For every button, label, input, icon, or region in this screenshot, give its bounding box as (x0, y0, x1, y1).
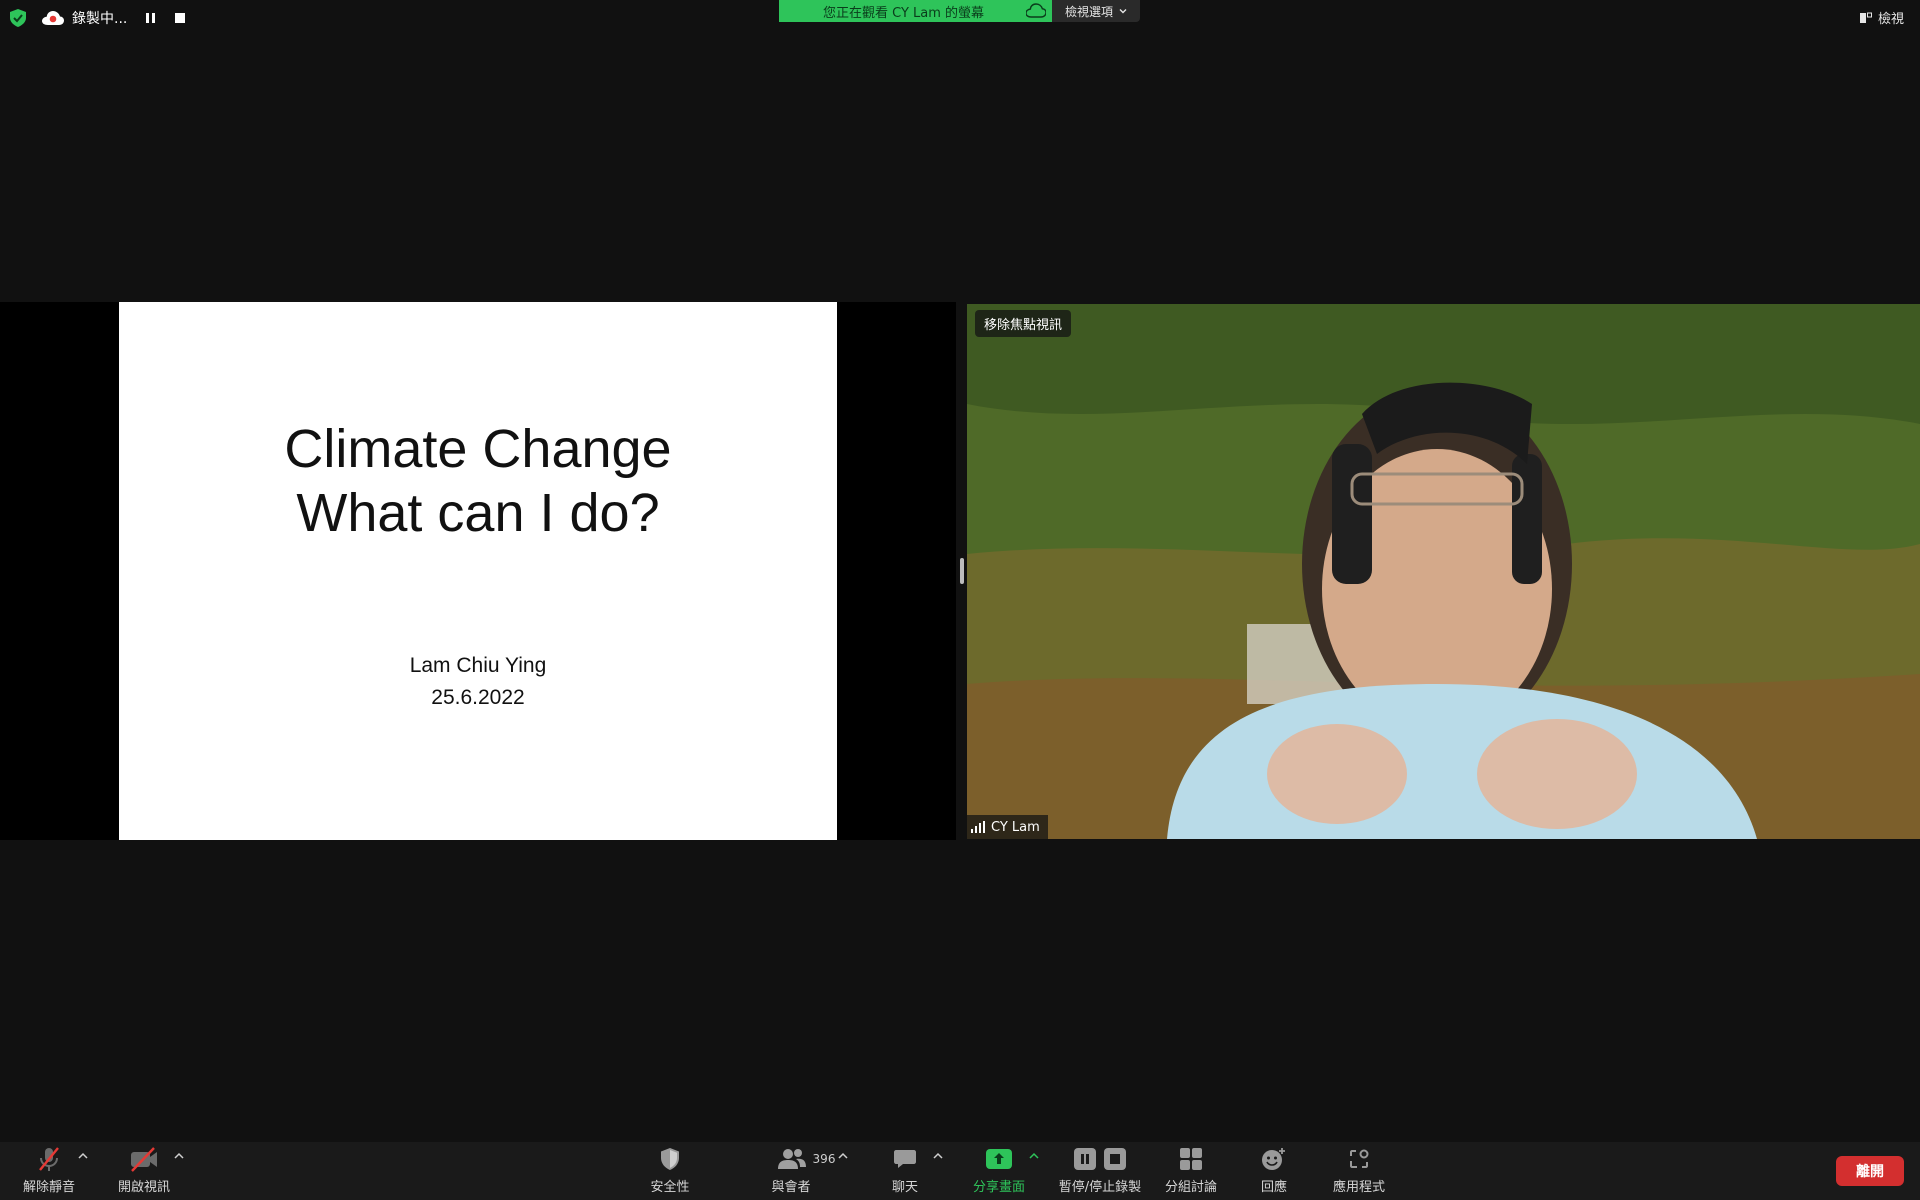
share-screen-button[interactable]: 分享畫面 (968, 1146, 1030, 1198)
start-video-button[interactable]: 開啟視訊 (115, 1146, 173, 1198)
slide-title-line1: Climate Change (284, 419, 672, 479)
split-view-handle[interactable] (960, 558, 964, 584)
meeting-toolbar: 解除靜音 開啟視訊 安全性 396 與會者 聊天 分享畫面 暫停/停止錄製 分組… (0, 1142, 1920, 1200)
stop-recording-button[interactable] (173, 11, 187, 25)
security-shield-icon[interactable] (10, 9, 26, 27)
slide-author: Lam Chiu Ying (409, 654, 547, 677)
recording-label: 錄製中... (72, 11, 128, 27)
microphone-muted-icon (39, 1147, 59, 1171)
top-bar: 錄製中... 您正在觀看 CY Lam 的螢幕 檢視選項 檢視 (0, 0, 1920, 36)
participants-caret-icon[interactable] (838, 1152, 848, 1160)
security-shield-icon (661, 1148, 679, 1170)
cloud-recording-icon (42, 11, 64, 25)
layout-icon (1859, 12, 1872, 23)
participant-name: CY Lam (991, 819, 1040, 835)
pause-recording-icon (1074, 1148, 1096, 1170)
share-options-caret-icon[interactable] (1029, 1152, 1039, 1160)
reactions-button[interactable]: 回應 (1250, 1146, 1298, 1198)
chat-caret-icon[interactable] (933, 1152, 943, 1160)
unmute-label: 解除靜音 (22, 1180, 75, 1195)
apps-button[interactable]: 應用程式 (1330, 1146, 1388, 1198)
viewing-status: 您正在觀看 CY Lam 的螢幕 (779, 0, 1052, 22)
chat-button[interactable]: 聊天 (880, 1146, 930, 1198)
security-label: 安全性 (650, 1180, 690, 1195)
reactions-emoji-icon (1262, 1148, 1285, 1170)
participants-icon (777, 1149, 806, 1169)
viewing-banner: 您正在觀看 CY Lam 的螢幕 檢視選項 (779, 0, 1140, 22)
slide-title: Climate Change What can I do? (119, 417, 837, 545)
shared-screen: Climate Change What can I do? Lam Chiu Y… (0, 302, 956, 840)
chat-bubble-icon (894, 1150, 916, 1168)
viewing-status-text: 您正在觀看 CY Lam 的螢幕 (822, 5, 985, 21)
stop-recording-icon (1104, 1148, 1126, 1170)
pause-icon (145, 13, 155, 23)
pause-stop-recording-button[interactable]: 暫停/停止錄製 (1053, 1146, 1147, 1198)
breakout-rooms-button[interactable]: 分組討論 (1161, 1146, 1221, 1198)
breakout-rooms-icon (1180, 1148, 1202, 1170)
unmute-button[interactable]: 解除靜音 (20, 1146, 78, 1198)
slide-date: 25.6.2022 (431, 686, 525, 709)
chevron-down-icon (1119, 9, 1127, 14)
security-button[interactable]: 安全性 (645, 1146, 695, 1198)
pause-stop-recording-label: 暫停/停止錄製 (1058, 1180, 1142, 1195)
participant-name-tag: CY Lam (967, 815, 1048, 839)
start-video-label: 開啟視訊 (117, 1180, 170, 1195)
participants-label: 與會者 (771, 1180, 811, 1195)
chat-label: 聊天 (891, 1180, 918, 1195)
speaker-video[interactable]: 移除焦點視訊 CY Lam (967, 304, 1920, 839)
view-options-button[interactable]: 檢視選項 (1052, 0, 1140, 22)
view-options-label: 檢視選項 (1064, 4, 1113, 19)
view-layout-label: 檢視 (1877, 12, 1904, 27)
unpin-video-button[interactable]: 移除焦點視訊 (975, 310, 1072, 337)
recording-indicator: 錄製中... (42, 6, 187, 30)
signal-strength-icon (971, 821, 985, 833)
share-screen-label: 分享畫面 (972, 1180, 1025, 1195)
slide-title-line2: What can I do? (296, 483, 660, 543)
video-options-caret-icon[interactable] (174, 1152, 184, 1160)
camera-off-icon (131, 1147, 157, 1172)
apps-icon (1350, 1149, 1369, 1168)
reactions-label: 回應 (1260, 1180, 1287, 1195)
leave-meeting-button[interactable]: 離開 (1836, 1156, 1904, 1186)
video-feed-image (967, 304, 1920, 839)
breakout-rooms-label: 分組討論 (1164, 1180, 1217, 1195)
slide-subtitle: Lam Chiu Ying 25.6.2022 (119, 650, 837, 714)
presentation-slide: Climate Change What can I do? Lam Chiu Y… (119, 302, 837, 840)
pause-recording-button[interactable] (143, 11, 157, 25)
audio-options-caret-icon[interactable] (78, 1152, 88, 1160)
apps-label: 應用程式 (1332, 1180, 1385, 1195)
view-layout-button[interactable]: 檢視 (1859, 8, 1904, 27)
stop-icon (175, 13, 186, 23)
participants-count: 396 (812, 1152, 836, 1166)
cloud-icon (1026, 3, 1046, 18)
share-screen-icon (986, 1149, 1012, 1169)
